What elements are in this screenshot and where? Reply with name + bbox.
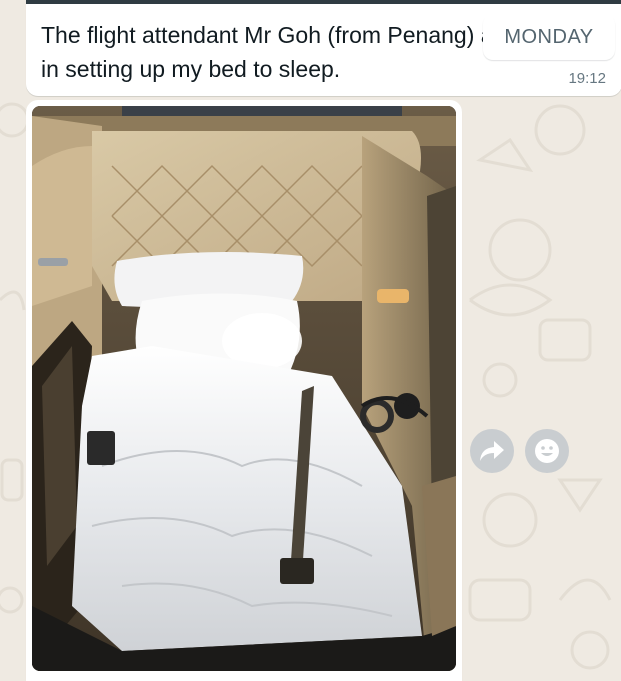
message-timestamp: 19:12 xyxy=(568,70,606,87)
previous-message-edge xyxy=(26,0,621,4)
cabin-bed-photo[interactable] xyxy=(32,106,456,671)
smiley-icon xyxy=(535,439,559,463)
date-divider-chip: MONDAY xyxy=(483,14,615,60)
react-emoji-button[interactable] xyxy=(525,429,569,473)
cabin-bed-image xyxy=(32,106,456,671)
image-message-bubble[interactable] xyxy=(26,100,462,681)
forward-icon xyxy=(480,441,504,461)
forward-button[interactable] xyxy=(470,429,514,473)
